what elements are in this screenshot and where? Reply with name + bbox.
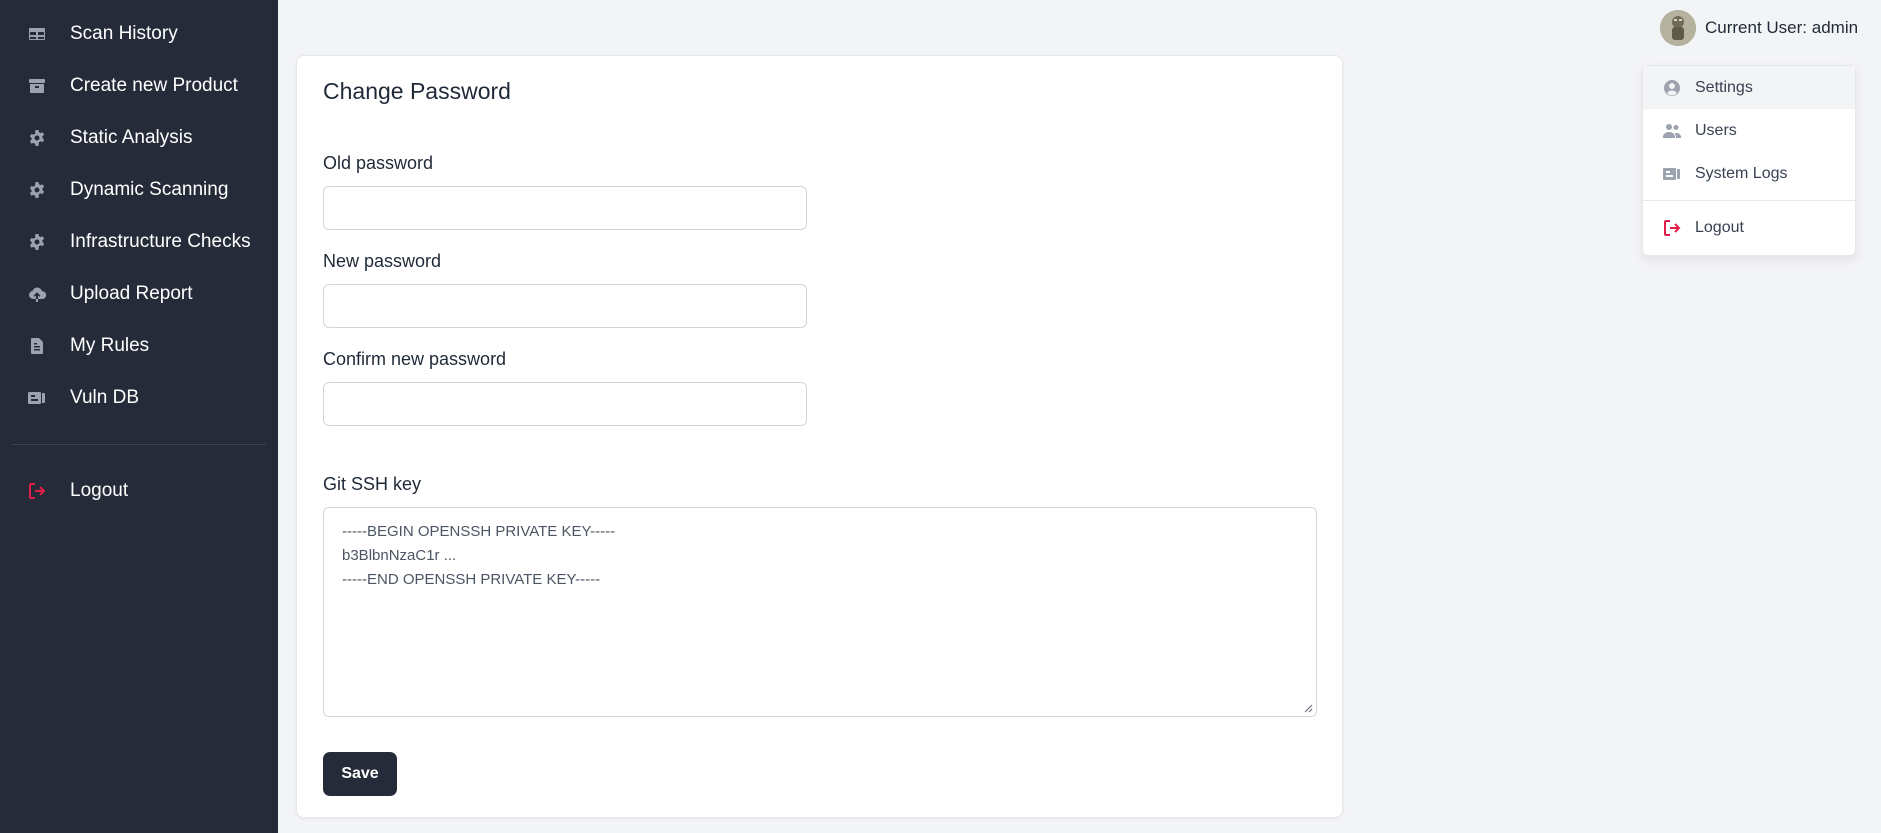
avatar[interactable]	[1660, 10, 1696, 46]
archive-icon	[26, 75, 48, 97]
users-icon	[1661, 120, 1683, 142]
sidebar-item-label: Static Analysis	[70, 127, 193, 148]
sidebar-item-scan-history[interactable]: Scan History	[0, 8, 278, 60]
confirm-password-label: Confirm new password	[323, 349, 507, 369]
menu-item-users[interactable]: Users	[1643, 109, 1855, 152]
logout-icon	[26, 480, 48, 502]
user-menu-dropdown: Settings Users System Logs Logout	[1642, 65, 1856, 256]
new-password-field[interactable]	[323, 284, 807, 328]
menu-divider	[1643, 200, 1855, 201]
sidebar-item-label: Scan History	[70, 23, 178, 44]
gear-icon	[26, 127, 48, 149]
ssh-key-line: -----BEGIN OPENSSH PRIVATE KEY-----	[342, 523, 616, 540]
cloud-upload-icon	[26, 283, 48, 305]
gear-icon	[26, 179, 48, 201]
sidebar-divider	[12, 444, 266, 445]
sidebar-item-dynamic-scanning[interactable]: Dynamic Scanning	[0, 164, 278, 216]
current-user-label[interactable]: Current User: admin	[1705, 18, 1858, 38]
save-button[interactable]: Save	[323, 752, 397, 796]
menu-item-label: Settings	[1695, 78, 1753, 96]
old-password-label: Old password	[323, 153, 434, 173]
logout-icon	[1661, 217, 1683, 239]
sidebar-item-label: Upload Report	[70, 283, 193, 304]
sidebar-item-label: Dynamic Scanning	[70, 179, 229, 200]
new-password-label: New password	[323, 251, 442, 271]
resize-handle-icon[interactable]	[1303, 703, 1313, 713]
sidebar-item-label: My Rules	[70, 335, 150, 356]
old-password-field[interactable]	[323, 186, 807, 230]
sidebar-item-infrastructure-checks[interactable]: Infrastructure Checks	[0, 216, 278, 268]
app-root: Scan History Create new Product Static A…	[0, 0, 1881, 833]
ssh-key-line: b3BlbnNzaC1r ...	[342, 547, 457, 564]
menu-item-logout[interactable]: Logout	[1643, 206, 1855, 249]
sidebar-item-label: Create new Product	[70, 75, 238, 96]
menu-item-label: Logout	[1695, 218, 1744, 236]
logs-icon	[1661, 163, 1683, 185]
database-icon	[26, 387, 48, 409]
page-title: Change Password	[323, 78, 511, 104]
sidebar-item-label: Vuln DB	[70, 387, 139, 408]
sidebar: Scan History Create new Product Static A…	[0, 0, 278, 833]
sidebar-nav: Scan History Create new Product Static A…	[0, 0, 278, 424]
sidebar-item-label: Logout	[70, 480, 129, 501]
document-icon	[26, 335, 48, 357]
ssh-key-label: Git SSH key	[323, 474, 422, 494]
gear-icon	[26, 231, 48, 253]
current-user[interactable]: Current User: admin	[1660, 9, 1858, 47]
sidebar-item-upload-report[interactable]: Upload Report	[0, 268, 278, 320]
sidebar-item-vuln-db[interactable]: Vuln DB	[0, 372, 278, 424]
sidebar-item-my-rules[interactable]: My Rules	[0, 320, 278, 372]
sidebar-item-label: Infrastructure Checks	[70, 231, 251, 252]
ssh-key-textarea[interactable]: -----BEGIN OPENSSH PRIVATE KEY----- b3Bl…	[323, 507, 1317, 717]
change-password-card: Change Password Old password New passwor…	[296, 55, 1343, 818]
menu-item-settings[interactable]: Settings	[1643, 66, 1855, 109]
sidebar-item-static-analysis[interactable]: Static Analysis	[0, 112, 278, 164]
confirm-password-field[interactable]	[323, 382, 807, 426]
sidebar-item-logout[interactable]: Logout	[0, 465, 278, 517]
menu-item-system-logs[interactable]: System Logs	[1643, 152, 1855, 195]
user-circle-icon	[1661, 77, 1683, 99]
menu-item-label: Users	[1695, 121, 1737, 139]
ssh-key-line: -----END OPENSSH PRIVATE KEY-----	[342, 571, 601, 588]
table-icon	[26, 23, 48, 45]
menu-item-label: System Logs	[1695, 164, 1788, 182]
sidebar-item-create-product[interactable]: Create new Product	[0, 60, 278, 112]
